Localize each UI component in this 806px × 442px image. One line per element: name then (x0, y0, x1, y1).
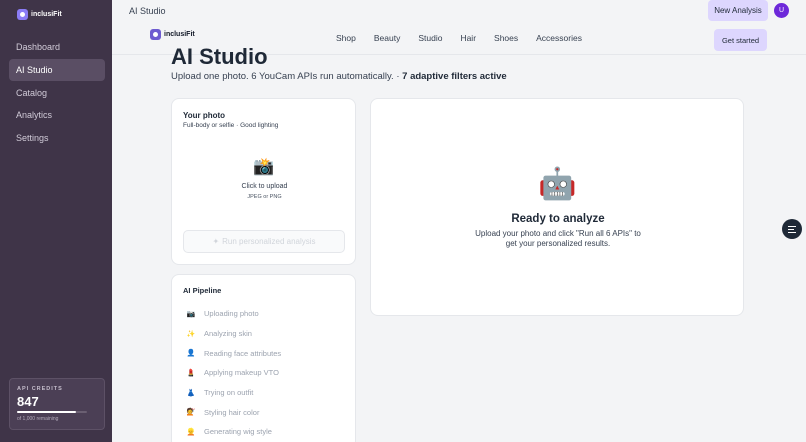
pipeline-step-label: Uploading photo (204, 309, 259, 319)
hero-subtitle: Upload one photo. 6 YouCam APIs run auto… (171, 71, 507, 82)
pipeline-step-label: Generating wig style (204, 427, 272, 437)
credits-remaining: of 1,000 remaining (17, 416, 59, 422)
sidebar-item-dashboard[interactable]: Dashboard (9, 36, 105, 58)
pipeline-step: 💇 Styling hair color (185, 402, 281, 422)
pipeline-step: 👗 Trying on outfit (185, 383, 281, 403)
pipeline-step: 📷 Uploading photo (185, 304, 281, 324)
sidebar-item-catalog[interactable]: Catalog (9, 82, 105, 104)
run-analysis-label: Run personalized analysis (222, 237, 316, 246)
sidebar-nav: Dashboard AI Studio Catalog Analytics Se… (9, 36, 105, 150)
upload-dropzone-label[interactable]: Click to upload (172, 183, 357, 190)
sparkle-icon: ✦ (212, 237, 220, 246)
pipeline-step: 💄 Applying makeup VTO (185, 363, 281, 383)
result-body: Upload your photo and click "Run all 6 A… (475, 229, 641, 248)
page-title: AI Studio (129, 6, 166, 16)
navbar-links: Shop Beauty Studio Hair Shoes Accessorie… (336, 33, 600, 43)
nav-link-shop[interactable]: Shop (336, 33, 356, 43)
navbar-logo[interactable]: inclusiFit (150, 29, 195, 40)
credits-progress-bar (17, 411, 87, 413)
sparkles-icon: ✨ (186, 330, 196, 338)
result-card: 🤖 Ready to analyze Upload your photo and… (370, 98, 744, 316)
sidebar-item-analytics[interactable]: Analytics (9, 104, 105, 126)
hero-title: AI Studio (171, 44, 268, 69)
top-bar: AI Studio New Analysis U (112, 0, 806, 22)
pipeline-step-label: Reading face attributes (204, 348, 282, 358)
hero-filters-count: 7 adaptive filters active (402, 71, 507, 82)
sidebar-brand: inclusiFit (31, 11, 62, 18)
nav-link-beauty[interactable]: Beauty (374, 33, 400, 43)
sidebar: inclusiFit Dashboard AI Studio Catalog A… (0, 0, 112, 442)
logo-icon (150, 29, 161, 40)
pipeline-title: AI Pipeline (183, 286, 222, 295)
run-analysis-button[interactable]: ✦ Run personalized analysis (183, 230, 345, 253)
nav-link-shoes[interactable]: Shoes (494, 33, 518, 43)
hero-subtitle-main: Upload one photo. 6 YouCam APIs run auto… (171, 71, 403, 82)
pipeline-step: 👱 Generating wig style (185, 422, 281, 442)
filters-fab-button[interactable] (782, 219, 802, 239)
pipeline-step-label: Analyzing skin (204, 329, 252, 339)
dress-icon: 👗 (186, 389, 196, 397)
upload-formats: JPEG or PNG (247, 194, 282, 200)
result-title: Ready to analyze (511, 213, 605, 225)
pipeline-step-label: Applying makeup VTO (204, 368, 279, 378)
credits-label: API CREDITS (17, 386, 63, 392)
camera-icon[interactable]: 📸 (253, 157, 274, 177)
pipeline-step-label: Styling hair color (204, 407, 260, 417)
nav-link-hair[interactable]: Hair (460, 33, 476, 43)
credits-value: 847 (17, 394, 39, 409)
upload-card: Your photo Full-body or selfie · Good li… (171, 98, 356, 265)
sidebar-item-settings[interactable]: Settings (9, 127, 105, 149)
get-started-button[interactable]: Get started (714, 29, 767, 51)
navbar-brand: inclusiFit (164, 31, 195, 38)
person-icon: 👤 (186, 350, 196, 358)
upload-title: Your photo (183, 111, 226, 120)
pipeline-step-label: Trying on outfit (204, 388, 254, 398)
upload-subtitle: Full-body or selfie · Good lighting (183, 122, 279, 129)
haircut-icon: 💇 (186, 409, 196, 417)
nav-link-accessories[interactable]: Accessories (536, 33, 582, 43)
nav-link-studio[interactable]: Studio (418, 33, 442, 43)
robot-icon: 🤖 (538, 166, 577, 201)
pipeline-steps: 📷 Uploading photo ✨ Analyzing skin 👤 Readin… (185, 304, 282, 442)
credits-progress-fill (17, 411, 77, 413)
pipeline-step: ✨ Analyzing skin (185, 324, 281, 344)
sidebar-logo[interactable]: inclusiFit (17, 9, 62, 20)
new-analysis-button[interactable]: New Analysis (708, 0, 768, 21)
api-credits-panel: API CREDITS 847 of 1,000 remaining (9, 378, 105, 430)
pipeline-step: 👤 Reading face attributes (185, 343, 282, 363)
logo-icon (17, 9, 28, 20)
pipeline-card: AI Pipeline 📷 Uploading photo ✨ Analyzing … (171, 274, 356, 442)
sidebar-item-ai-studio[interactable]: AI Studio (9, 58, 105, 81)
wig-icon: 👱 (186, 428, 196, 436)
lipstick-icon: 💄 (186, 369, 196, 377)
camera-icon: 📷 (186, 310, 196, 318)
settings-sliders-icon (788, 225, 796, 233)
avatar[interactable]: U (774, 3, 789, 18)
